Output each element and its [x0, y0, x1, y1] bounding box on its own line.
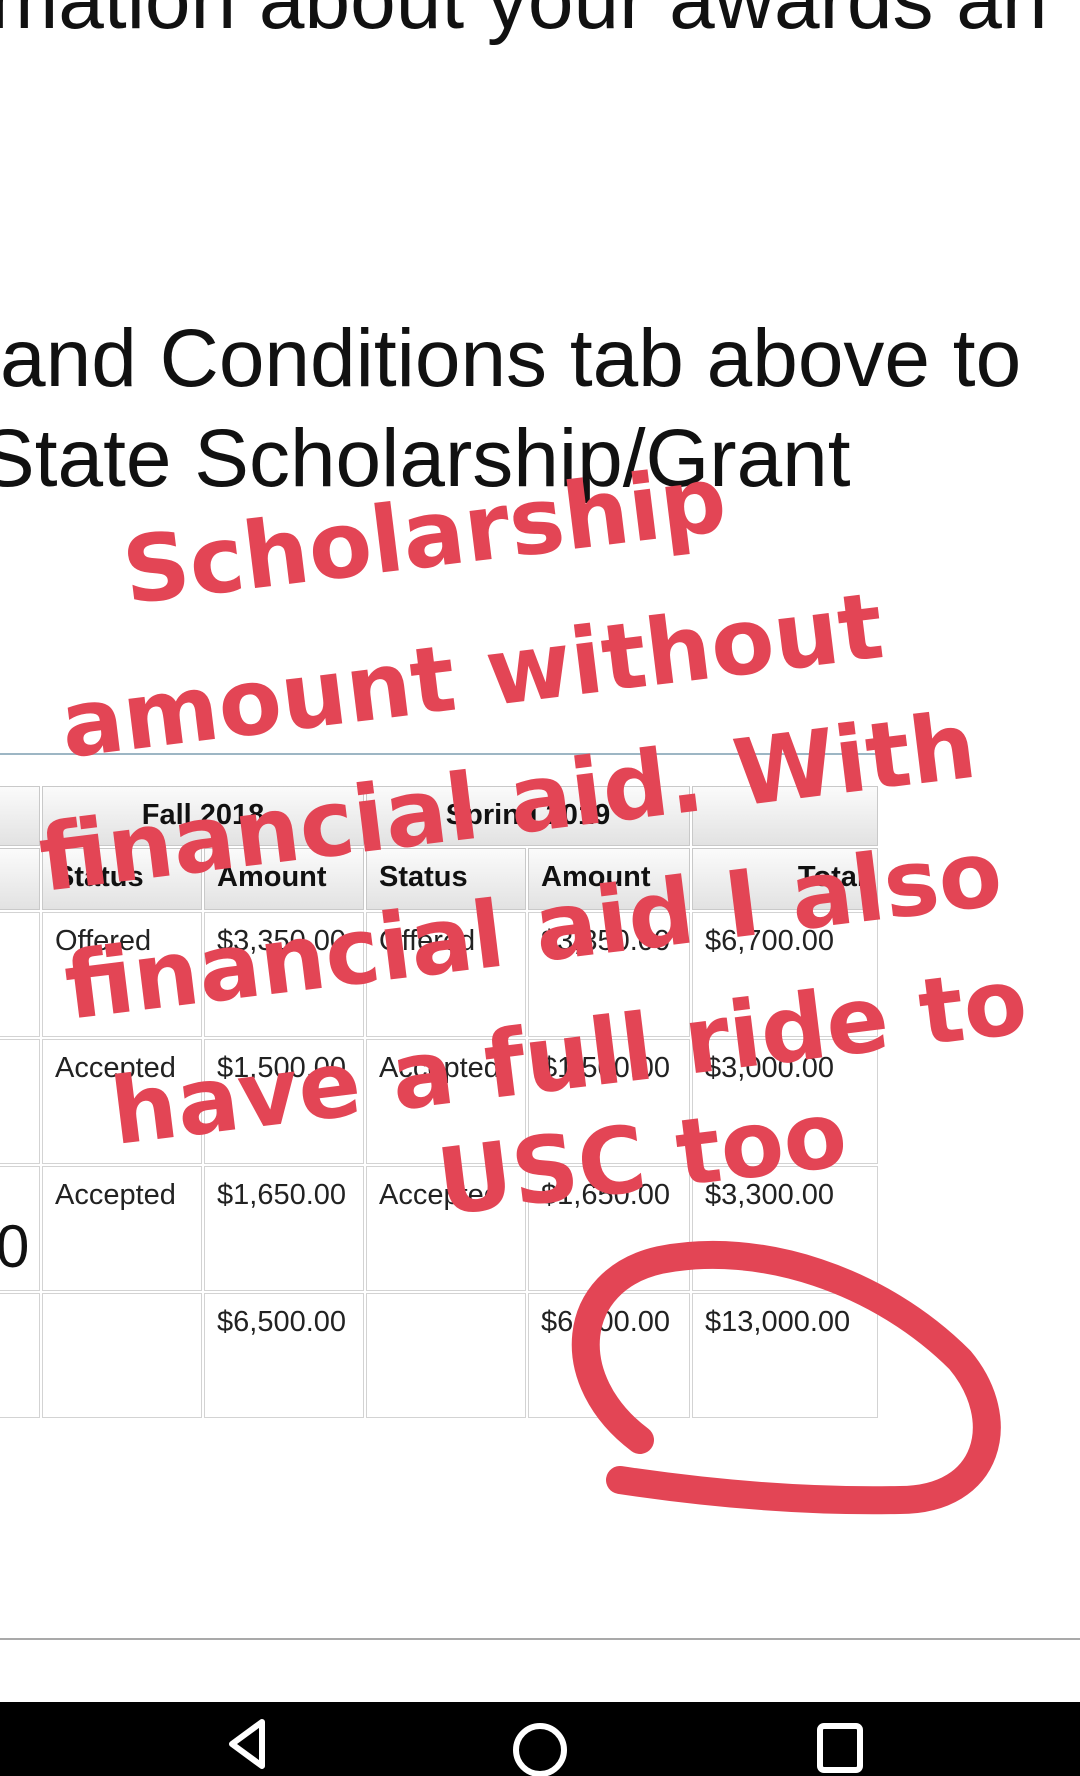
awards-table: Fall 2018 Spring 2019 Status Amount Stat…: [0, 786, 878, 1420]
fall-amount-total-cell: $6,500.00: [204, 1293, 364, 1418]
column-header-label: Total: [797, 861, 865, 893]
recents-icon: [817, 1723, 863, 1773]
grand-total-cell: $13,000.00: [692, 1293, 878, 1418]
home-icon: [513, 1723, 567, 1776]
page-divider: [0, 1638, 1080, 1640]
cell-text: Accepted: [55, 1052, 176, 1084]
term-header-blank: [692, 786, 878, 846]
spring-status-total-cell: [366, 1293, 526, 1418]
award-name-cell: [0, 912, 40, 1037]
spring-amount-total-cell: $6,500.00: [528, 1293, 690, 1418]
column-header-label: Amount: [217, 861, 327, 893]
term-header-spring: Spring 2019: [366, 786, 690, 846]
column-header-fall-amount[interactable]: Amount: [204, 848, 364, 910]
cell-text: $3,300.00: [705, 1179, 835, 1211]
column-header-fall-status[interactable]: Status: [42, 848, 202, 910]
fall-status-cell: Accepted: [42, 1166, 202, 1291]
total-cell: $3,300.00: [692, 1166, 878, 1291]
award-name-cell: [0, 1039, 40, 1164]
cell-text: Offered: [379, 925, 476, 957]
fall-status-total-cell: [42, 1293, 202, 1418]
left-edge-text: 0: [0, 1213, 30, 1280]
recents-button[interactable]: [800, 1710, 880, 1776]
cell-text: Accepted: [379, 1179, 500, 1211]
spring-status-cell: Accepted: [366, 1166, 526, 1291]
cell-text: $1,500.00: [541, 1052, 671, 1084]
cell-text: $3,350.00: [217, 925, 347, 957]
annotation-text-line: amount without: [55, 572, 889, 779]
column-header-label: Amount: [541, 861, 651, 893]
term-header-fall-label: Fall 2018: [141, 799, 265, 831]
cell-text: Accepted: [379, 1052, 500, 1084]
cell-text: $1,650.00: [541, 1179, 671, 1211]
fall-status-cell: Offered: [42, 912, 202, 1037]
navigation-bar: [0, 1702, 1080, 1776]
column-header-spring-amount[interactable]: Amount: [528, 848, 690, 910]
spring-amount-cell: $3,350.00: [528, 912, 690, 1037]
total-cell: $3,000.00: [692, 1039, 878, 1164]
term-header-fall: Fall 2018: [42, 786, 364, 846]
totals-label-cell: [0, 1293, 40, 1418]
cell-text: $6,500.00: [217, 1306, 347, 1338]
cell-text: $6,700.00: [705, 925, 835, 957]
spring-amount-cell: $1,500.00: [528, 1039, 690, 1164]
column-header-label: Status: [379, 861, 468, 893]
term-header-spring-label: Spring 2019: [445, 799, 611, 831]
cell-text: $13,000.00: [705, 1306, 851, 1338]
back-icon: [229, 1719, 265, 1769]
cell-text: Offered: [55, 925, 152, 957]
cell-text: $3,000.00: [705, 1052, 835, 1084]
fall-amount-cell: $1,650.00: [204, 1166, 364, 1291]
column-header-spring-status[interactable]: Status: [366, 848, 526, 910]
cell-text: $1,500.00: [217, 1052, 347, 1084]
section-divider: [0, 753, 880, 755]
cell-text: $1,650.00: [217, 1179, 347, 1211]
header-blank-cell: [0, 786, 40, 846]
column-header-total[interactable]: Total: [692, 848, 878, 910]
intro-text-line: mation about your awards an: [0, 0, 1048, 46]
spring-status-cell: Accepted: [366, 1039, 526, 1164]
column-header-label: Status: [55, 861, 144, 893]
terms-text-line: and Conditions tab above to: [0, 313, 1022, 404]
total-cell: $6,700.00: [692, 912, 878, 1037]
back-button[interactable]: [210, 1710, 290, 1776]
fall-status-cell: Accepted: [42, 1039, 202, 1164]
cell-text: $3,350.00: [541, 925, 671, 957]
spring-status-cell: Offered: [366, 912, 526, 1037]
cell-text: $6,500.00: [541, 1306, 671, 1338]
cell-text: Accepted: [55, 1179, 176, 1211]
home-button[interactable]: [500, 1710, 580, 1776]
fall-amount-cell: $3,350.00: [204, 912, 364, 1037]
fall-amount-cell: $1,500.00: [204, 1039, 364, 1164]
column-header-blank: [0, 848, 40, 910]
scholarship-text-line: State Scholarship/Grant: [0, 413, 851, 504]
spring-amount-cell: $1,650.00: [528, 1166, 690, 1291]
